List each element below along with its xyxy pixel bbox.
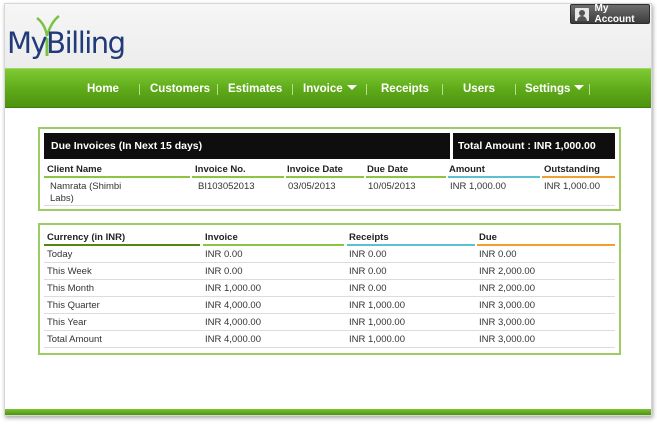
nav-estimates[interactable]: Estimates [228, 69, 282, 109]
cell-invoice: INR 4,000.00 [205, 334, 261, 345]
user-icon [575, 7, 589, 21]
column-underline [286, 176, 364, 178]
cell-invoice: INR 4,000.00 [205, 300, 261, 311]
cell-receipts: INR 0.00 [349, 266, 387, 277]
nav-receipts[interactable]: Receipts [381, 69, 429, 109]
column-underline [44, 244, 200, 246]
column-underline [347, 244, 475, 246]
chevron-down-icon [346, 85, 357, 90]
header: MyBilling My Account [5, 3, 651, 69]
column-underline [44, 176, 190, 178]
nav-settings[interactable]: Settings [525, 69, 585, 109]
col-client-name: Client Name [47, 164, 102, 175]
row-divider [44, 313, 615, 314]
my-account-button[interactable]: My Account [570, 3, 650, 25]
cell-period: Today [47, 249, 73, 260]
cell-invoice-no[interactable]: BI103052013 [198, 181, 255, 193]
cell-due: INR 3,000.00 [479, 300, 535, 311]
cell-period: This Week [47, 266, 92, 277]
col-amount: Amount [449, 164, 485, 175]
nav-settings-label: Settings [525, 83, 571, 95]
row-divider [44, 205, 615, 206]
cell-receipts: INR 1,000.00 [349, 334, 405, 345]
nav-divider [292, 84, 293, 95]
app-window: MyBilling My Account Home Customers Esti… [4, 3, 652, 416]
cell-period: Total Amount [47, 334, 102, 345]
cell-client: Namrata (Shimbi Labs) [50, 181, 122, 204]
nav-divider [515, 84, 516, 95]
row-divider [44, 262, 615, 263]
nav-invoice[interactable]: Invoice [303, 69, 357, 109]
nav-invoice-label: Invoice [303, 83, 343, 95]
cell-due: INR 2,000.00 [479, 283, 535, 294]
row-divider [44, 296, 615, 297]
chevron-down-icon [574, 85, 585, 90]
nav-users-label: Users [463, 83, 495, 95]
logo[interactable]: MyBilling [7, 12, 127, 68]
col-due: Due [479, 232, 497, 243]
summary-panel: Currency (in INR) Invoice Receipts Due T… [38, 223, 621, 355]
logo-text: MyBilling [7, 26, 126, 60]
cell-invoice-date: 03/05/2013 [288, 181, 336, 192]
cell-period: This Year [47, 317, 87, 328]
nav-home-label: Home [87, 83, 119, 95]
nav-users[interactable]: Users [463, 69, 495, 109]
column-underline [477, 244, 615, 246]
cell-receipts: INR 1,000.00 [349, 317, 405, 328]
cell-invoice: INR 0.00 [205, 249, 243, 260]
nav-divider [366, 84, 367, 95]
column-underline [192, 176, 284, 178]
cell-due-date: 10/05/2013 [368, 181, 416, 192]
cell-due: INR 3,000.00 [479, 317, 535, 328]
cell-amount: INR 1,000.00 [450, 181, 506, 192]
cell-due: INR 3,000.00 [479, 334, 535, 345]
col-currency: Currency (in INR) [47, 232, 126, 243]
nav-home[interactable]: Home [87, 69, 119, 109]
nav-receipts-label: Receipts [381, 83, 429, 95]
nav-estimates-label: Estimates [228, 83, 283, 95]
nav-customers[interactable]: Customers [150, 69, 210, 109]
col-due-date: Due Date [367, 164, 409, 175]
due-invoices-title: Due Invoices (In Next 15 days) [44, 133, 450, 159]
column-underline [203, 244, 344, 246]
cell-outstanding: INR 1,000.00 [544, 181, 600, 192]
cell-period: This Month [47, 283, 94, 294]
cell-receipts: INR 1,000.00 [349, 300, 405, 311]
nav-divider [442, 84, 443, 95]
row-divider [44, 330, 615, 331]
cell-invoice: INR 0.00 [205, 266, 243, 277]
nav-customers-label: Customers [150, 83, 211, 95]
col-invoice-date: Invoice Date [287, 164, 343, 175]
row-divider [44, 279, 615, 280]
due-invoices-panel: Due Invoices (In Next 15 days) Total Amo… [38, 127, 621, 211]
col-outstanding: Outstanding [544, 164, 600, 175]
cell-due: INR 0.00 [479, 249, 517, 260]
column-underline [366, 176, 446, 178]
col-invoice-no: Invoice No. [195, 164, 246, 175]
column-underline [448, 176, 540, 178]
main-nav: Home Customers Estimates Invoice Receipt… [5, 68, 651, 108]
footer-bar [5, 409, 651, 415]
column-underline [542, 176, 615, 178]
nav-divider [139, 84, 140, 95]
nav-divider [217, 84, 218, 95]
row-divider [44, 347, 615, 348]
cell-period: This Quarter [47, 300, 100, 311]
cell-invoice: INR 4,000.00 [205, 317, 261, 328]
cell-receipts: INR 0.00 [349, 249, 387, 260]
cell-receipts: INR 0.00 [349, 283, 387, 294]
cell-invoice: INR 1,000.00 [205, 283, 261, 294]
col-invoice: Invoice [205, 232, 238, 243]
cell-due: INR 2,000.00 [479, 266, 535, 277]
nav-divider [589, 84, 590, 95]
my-account-label: My Account [594, 3, 635, 25]
due-invoices-total: Total Amount : INR 1,000.00 [453, 133, 615, 159]
col-receipts: Receipts [349, 232, 389, 243]
